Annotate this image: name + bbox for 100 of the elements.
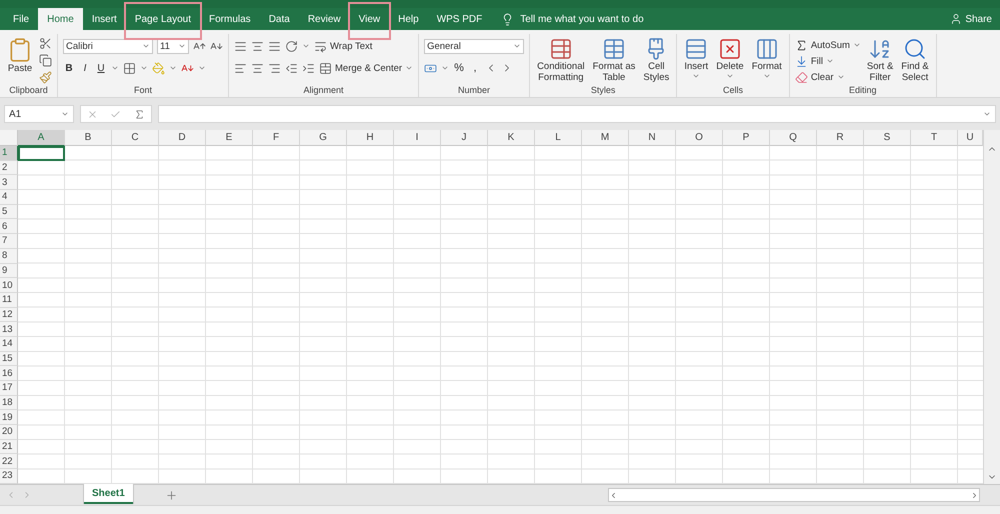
caret-icon[interactable] <box>441 64 450 72</box>
align-center-icon[interactable] <box>251 62 264 74</box>
delete-cells-icon[interactable] <box>718 37 742 61</box>
caret-icon[interactable] <box>198 64 206 72</box>
italic-button[interactable]: I <box>79 62 91 74</box>
conditional-format-icon[interactable] <box>548 37 573 61</box>
align-right-icon[interactable] <box>268 62 281 74</box>
vertical-scrollbar[interactable] <box>983 130 1000 484</box>
clear-button[interactable]: Clear <box>794 69 861 85</box>
row-header[interactable]: 13 <box>0 322 18 337</box>
column-header[interactable]: P <box>723 130 770 146</box>
formula-field[interactable] <box>158 105 996 123</box>
ribbon-tab[interactable]: Data <box>260 8 299 30</box>
row-header[interactable]: 20 <box>0 425 18 440</box>
format-as-table-button[interactable]: Format as Table <box>590 37 638 83</box>
row-header[interactable]: 18 <box>0 396 18 410</box>
cell-grid[interactable] <box>18 146 983 484</box>
row-header[interactable]: 15 <box>0 352 18 366</box>
merge-center-button[interactable]: Merge & Center <box>319 60 414 76</box>
row-header[interactable]: 12 <box>0 308 18 322</box>
column-header[interactable]: J <box>441 130 488 146</box>
row-header[interactable]: 1 <box>0 146 18 161</box>
table-format-icon[interactable] <box>602 37 626 61</box>
caret-icon[interactable] <box>61 110 69 118</box>
align-left-icon[interactable] <box>234 62 247 74</box>
caret-icon[interactable] <box>111 64 119 72</box>
row-header[interactable]: 11 <box>0 292 18 308</box>
column-header[interactable]: A <box>18 130 65 146</box>
caret-icon[interactable] <box>513 42 522 50</box>
row-header[interactable]: 8 <box>0 248 18 264</box>
comma-button[interactable]: , <box>469 62 482 74</box>
active-cell[interactable] <box>18 146 65 161</box>
caret-icon[interactable] <box>142 42 150 50</box>
column-header[interactable]: B <box>65 130 112 146</box>
row-header[interactable]: 2 <box>0 160 18 176</box>
column-header[interactable]: C <box>112 130 159 146</box>
horizontal-scrollbar[interactable] <box>608 488 980 502</box>
ribbon-tab[interactable]: File <box>4 8 38 30</box>
column-header[interactable]: G <box>300 130 347 146</box>
sheet-tab[interactable]: Sheet1 <box>84 484 133 504</box>
eraser-icon[interactable] <box>794 70 808 84</box>
align-top-icon[interactable] <box>234 40 247 52</box>
column-header[interactable]: K <box>488 130 535 146</box>
row-header[interactable]: 21 <box>0 440 18 454</box>
caret-icon[interactable] <box>726 72 734 80</box>
column-header[interactable]: D <box>159 130 206 146</box>
caret-icon[interactable] <box>405 64 414 72</box>
fill-down-icon[interactable] <box>794 54 808 68</box>
caret-icon[interactable] <box>852 41 861 49</box>
ribbon-tab[interactable]: View <box>350 8 390 30</box>
brush-icon[interactable] <box>39 71 52 84</box>
underline-button[interactable]: U <box>95 62 107 74</box>
column-header[interactable]: M <box>582 130 629 146</box>
align-bottom-icon[interactable] <box>268 40 281 52</box>
person-icon[interactable] <box>950 13 962 25</box>
column-header[interactable]: L <box>535 130 582 146</box>
column-header[interactable]: R <box>817 130 864 146</box>
column-header[interactable]: F <box>253 130 300 146</box>
column-header[interactable]: U <box>958 130 983 146</box>
indent-decrease-icon[interactable] <box>285 62 298 74</box>
column-header[interactable]: Q <box>770 130 817 146</box>
copy-icon[interactable] <box>39 54 52 67</box>
cancel-icon[interactable] <box>87 108 98 120</box>
function-icon[interactable] <box>134 108 145 120</box>
column-header[interactable]: H <box>347 130 394 146</box>
format-cells-icon[interactable] <box>754 37 779 61</box>
align-middle-icon[interactable] <box>251 40 264 52</box>
row-header[interactable]: 7 <box>0 234 18 249</box>
column-header[interactable]: O <box>676 130 723 146</box>
share-button[interactable]: Share <box>950 8 992 30</box>
orientation-icon[interactable] <box>285 40 298 52</box>
delete-button[interactable]: Delete <box>714 37 746 80</box>
scroll-right-icon[interactable] <box>970 490 979 500</box>
row-header[interactable]: 3 <box>0 175 18 190</box>
merge-icon[interactable] <box>319 62 332 74</box>
ribbon-tab[interactable]: Help <box>389 8 428 30</box>
row-header[interactable]: 14 <box>0 336 18 352</box>
indent-increase-icon[interactable] <box>302 62 315 74</box>
scroll-left-icon[interactable] <box>609 490 618 500</box>
row-header[interactable]: 9 <box>0 264 18 278</box>
column-header[interactable]: T <box>911 130 958 146</box>
row-header[interactable]: 17 <box>0 381 18 396</box>
font-name-field[interactable]: Calibri <box>63 38 153 54</box>
wrap-icon[interactable] <box>314 40 327 52</box>
cell-styles-button[interactable]: Cell Styles <box>641 37 672 83</box>
caret-icon[interactable] <box>140 64 148 72</box>
column-header[interactable]: N <box>629 130 676 146</box>
ribbon-tab[interactable]: Formulas <box>200 8 260 30</box>
tell-me-search[interactable]: Tell me what you want to do <box>501 8 644 30</box>
borders-icon[interactable] <box>123 62 136 74</box>
row-header[interactable]: 10 <box>0 278 18 293</box>
find-select-button[interactable]: Find & Select <box>899 37 931 83</box>
row-header[interactable]: 19 <box>0 410 18 426</box>
ribbon-tab[interactable]: WPS PDF <box>428 8 492 30</box>
autosum-button[interactable]: AutoSum <box>794 37 861 53</box>
ribbon-tab[interactable]: Review <box>298 8 350 30</box>
caret-icon[interactable] <box>169 64 177 72</box>
enter-icon[interactable] <box>110 108 122 120</box>
bold-button[interactable]: B <box>63 62 75 74</box>
ribbon-tab[interactable]: Home <box>38 8 83 30</box>
